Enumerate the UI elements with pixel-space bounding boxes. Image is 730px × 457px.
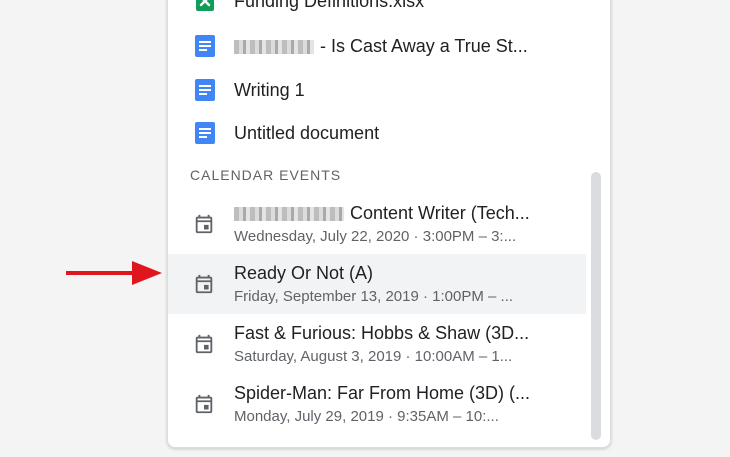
calendar-icon [195,274,213,294]
event-title: Content Writer (Tech... [234,202,564,224]
red-arrow-annotation [66,261,162,285]
file-item-writing-1[interactable]: Writing 1 [168,68,588,112]
file-item-funding-definitions[interactable]: Funding Definitions.xlsx [168,0,588,23]
event-item-fast-furious[interactable]: Fast & Furious: Hobbs & Shaw (3D... Satu… [168,314,586,374]
event-title: Spider-Man: Far From Home (3D) (... [234,383,531,403]
event-item-content-writer[interactable]: Content Writer (Tech... Wednesday, July … [168,194,586,254]
file-name: Writing 1 [234,80,305,100]
docs-icon [195,79,215,101]
file-item-untitled-document[interactable]: Untitled document [168,111,588,155]
event-title: Ready Or Not (A) [234,263,374,283]
event-datetime: Wednesday, July 22, 2020 · 3:00PM – 3:..… [234,228,517,245]
redacted-text [234,207,344,222]
docs-icon [195,35,215,57]
file-name: Funding Definitions.xlsx [234,0,425,11]
docs-icon [195,122,215,144]
event-title: Fast & Furious: Hobbs & Shaw (3D... [234,323,530,343]
file-item-cast-away[interactable]: - Is Cast Away a True St... [168,24,588,68]
event-item-spider-man[interactable]: Spider-Man: Far From Home (3D) (... Mond… [168,374,586,434]
event-item-ready-or-not[interactable]: Ready Or Not (A) Friday, September 13, 2… [168,254,586,314]
event-datetime: Saturday, August 3, 2019 · 10:00AM – 1..… [234,348,513,365]
calendar-events-header: CALENDAR EVENTS [190,167,342,183]
calendar-icon [195,214,213,234]
file-name: Untitled document [234,123,380,143]
redacted-text [234,40,314,55]
sheets-icon [196,0,214,11]
calendar-icon [195,394,213,414]
event-datetime: Friday, September 13, 2019 · 1:00PM – ..… [234,288,514,305]
search-results-panel: Funding Definitions.xlsx - Is Cast Away … [167,0,611,448]
event-datetime: Monday, July 29, 2019 · 9:35AM – 10:... [234,408,499,425]
file-name: - Is Cast Away a True St... [234,35,564,57]
scrollbar[interactable] [591,172,601,440]
calendar-icon [195,334,213,354]
